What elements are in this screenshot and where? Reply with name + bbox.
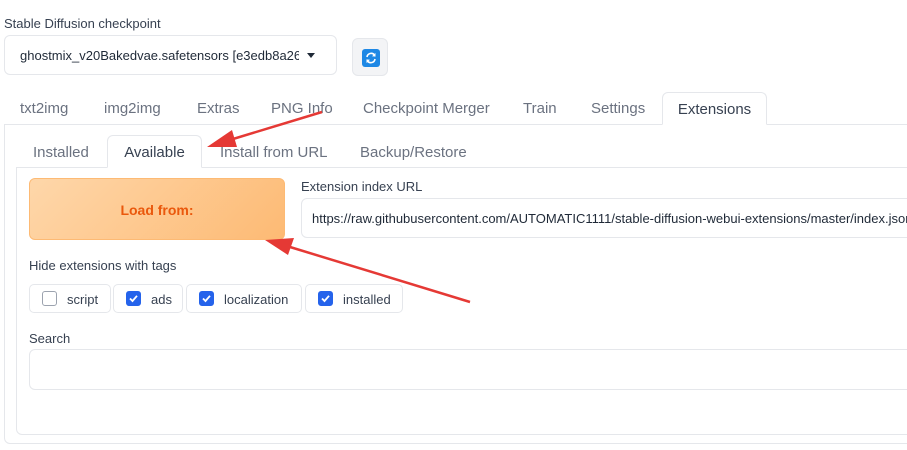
subtab-installed[interactable]: Installed bbox=[33, 137, 89, 168]
tab-train[interactable]: Train bbox=[523, 92, 557, 125]
tab-extensions[interactable]: Extensions bbox=[662, 92, 767, 125]
checkmark-icon bbox=[321, 295, 330, 303]
search-input[interactable] bbox=[29, 349, 907, 390]
extension-index-url-value: https://raw.githubusercontent.com/AUTOMA… bbox=[312, 211, 907, 226]
extension-index-url-label: Extension index URL bbox=[301, 179, 423, 194]
subtab-backup-restore[interactable]: Backup/Restore bbox=[360, 137, 467, 168]
tab-png-info[interactable]: PNG Info bbox=[271, 92, 333, 125]
tag-installed-checkbox[interactable]: installed bbox=[305, 284, 403, 313]
refresh-checkpoints-button[interactable] bbox=[352, 38, 388, 76]
checkmark-icon bbox=[202, 295, 211, 303]
tag-ads-checkbox[interactable]: ads bbox=[113, 284, 183, 313]
tag-label: script bbox=[67, 292, 99, 307]
tab-extras[interactable]: Extras bbox=[197, 92, 240, 125]
checkbox[interactable] bbox=[42, 291, 57, 306]
tag-script-checkbox[interactable]: script bbox=[29, 284, 111, 313]
subtab-install-from-url[interactable]: Install from URL bbox=[220, 137, 328, 168]
tab-settings[interactable]: Settings bbox=[591, 92, 645, 125]
subtab-available[interactable]: Available bbox=[107, 135, 202, 168]
extension-index-url-input[interactable]: https://raw.githubusercontent.com/AUTOMA… bbox=[301, 198, 907, 238]
checkpoint-value: ghostmix_v20Bakedvae.safetensors [e3edb8… bbox=[20, 48, 299, 63]
refresh-icon bbox=[362, 49, 380, 67]
load-from-button[interactable]: Load from: bbox=[29, 178, 285, 240]
tag-localization-checkbox[interactable]: localization bbox=[186, 284, 302, 313]
tag-label: ads bbox=[151, 292, 172, 307]
checkpoint-label: Stable Diffusion checkpoint bbox=[4, 16, 161, 31]
tab-img2img[interactable]: img2img bbox=[104, 92, 161, 125]
tag-label: installed bbox=[343, 292, 391, 307]
chevron-down-icon bbox=[307, 53, 315, 58]
checkpoint-dropdown[interactable]: ghostmix_v20Bakedvae.safetensors [e3edb8… bbox=[4, 35, 337, 75]
tab-checkpoint-merger[interactable]: Checkpoint Merger bbox=[363, 92, 490, 125]
tag-label: localization bbox=[224, 292, 289, 307]
checkbox[interactable] bbox=[126, 291, 141, 306]
checkbox[interactable] bbox=[318, 291, 333, 306]
checkmark-icon bbox=[129, 295, 138, 303]
search-label: Search bbox=[29, 331, 71, 346]
checkbox[interactable] bbox=[199, 291, 214, 306]
hide-tags-label: Hide extensions with tags bbox=[29, 258, 177, 273]
tab-txt2img[interactable]: txt2img bbox=[20, 92, 68, 125]
